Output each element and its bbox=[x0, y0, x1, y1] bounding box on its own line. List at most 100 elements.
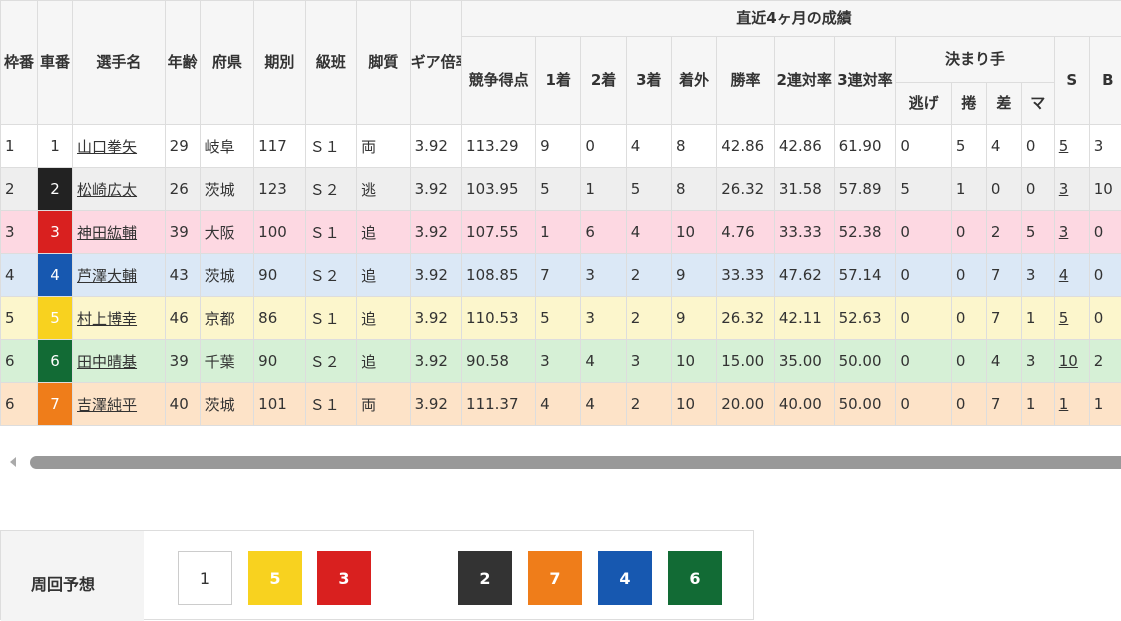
cell-first: 3 bbox=[536, 340, 581, 383]
scroll-left-arrow-icon[interactable] bbox=[10, 457, 16, 467]
cell-pref: 茨城 bbox=[200, 383, 254, 426]
s-count-link[interactable]: 5 bbox=[1059, 137, 1069, 155]
racer-name-link[interactable]: 山口拳矢 bbox=[73, 125, 166, 168]
racer-name[interactable]: 田中晴基 bbox=[77, 353, 137, 371]
s-count-link[interactable]: 1 bbox=[1059, 395, 1069, 413]
header-quinella-rate: 2連対率 bbox=[774, 37, 834, 125]
cell-s-link[interactable]: 5 bbox=[1054, 125, 1089, 168]
cell-b: 1 bbox=[1089, 383, 1121, 426]
racer-name[interactable]: 松崎広太 bbox=[77, 181, 137, 199]
cell-score: 103.95 bbox=[462, 168, 536, 211]
forecast-car-6: 6 bbox=[668, 551, 722, 605]
car-number-badge: 2 bbox=[38, 168, 73, 211]
header-b: B bbox=[1089, 37, 1121, 125]
cell-style: 両 bbox=[357, 125, 411, 168]
header-pref: 府県 bbox=[200, 1, 254, 125]
cell-gear: 3.92 bbox=[410, 254, 461, 297]
cell-ma: 1 bbox=[1021, 297, 1054, 340]
cell-b: 0 bbox=[1089, 254, 1121, 297]
cell-class: Ｓ２ bbox=[305, 340, 356, 383]
header-score: 競争得点 bbox=[462, 37, 536, 125]
cell-s-link[interactable]: 4 bbox=[1054, 254, 1089, 297]
cell-trio-rate: 57.14 bbox=[834, 254, 896, 297]
cell-s-link[interactable]: 3 bbox=[1054, 168, 1089, 211]
cell-nige: 0 bbox=[896, 254, 952, 297]
header-s: S bbox=[1054, 37, 1089, 125]
racer-name[interactable]: 村上博幸 bbox=[77, 310, 137, 328]
cell-out: 9 bbox=[671, 254, 716, 297]
cell-style: 追 bbox=[357, 297, 411, 340]
racer-name[interactable]: 山口拳矢 bbox=[77, 138, 137, 156]
scrollbar-thumb[interactable] bbox=[30, 456, 1121, 469]
cell-pref: 大阪 bbox=[200, 211, 254, 254]
header-first: 1着 bbox=[536, 37, 581, 125]
s-count-link[interactable]: 3 bbox=[1059, 223, 1069, 241]
cell-makuri: 0 bbox=[951, 383, 986, 426]
race-entry-table: 枠番 車番 選手名 年齢 府県 期別 級班 脚質 ギア倍率 直近4ヶ月の成績 競… bbox=[0, 0, 1121, 426]
cell-s-link[interactable]: 5 bbox=[1054, 297, 1089, 340]
cell-sashi: 4 bbox=[986, 340, 1021, 383]
s-count-link[interactable]: 3 bbox=[1059, 180, 1069, 198]
s-count-link[interactable]: 10 bbox=[1059, 352, 1078, 370]
cell-age: 40 bbox=[165, 383, 200, 426]
cell-quinella-rate: 40.00 bbox=[774, 383, 834, 426]
cell-quinella-rate: 42.11 bbox=[774, 297, 834, 340]
racer-name[interactable]: 吉澤純平 bbox=[77, 396, 137, 414]
cell-s-link[interactable]: 1 bbox=[1054, 383, 1089, 426]
cell-nige: 0 bbox=[896, 125, 952, 168]
cell-style: 追 bbox=[357, 254, 411, 297]
cell-term: 86 bbox=[254, 297, 305, 340]
race-table-container: 枠番 車番 選手名 年齢 府県 期別 級班 脚質 ギア倍率 直近4ヶ月の成績 競… bbox=[0, 0, 1121, 426]
cell-second: 3 bbox=[581, 297, 626, 340]
cell-gear: 3.92 bbox=[410, 168, 461, 211]
cell-nige: 0 bbox=[896, 297, 952, 340]
cell-ma: 5 bbox=[1021, 211, 1054, 254]
cell-makuri: 0 bbox=[951, 254, 986, 297]
cell-s-link[interactable]: 3 bbox=[1054, 211, 1089, 254]
horizontal-scrollbar[interactable] bbox=[0, 448, 1121, 478]
cell-b: 0 bbox=[1089, 211, 1121, 254]
forecast-car-7: 7 bbox=[528, 551, 582, 605]
header-trio-rate: 3連対率 bbox=[834, 37, 896, 125]
racer-name[interactable]: 芦澤大輔 bbox=[77, 267, 137, 285]
cell-gear: 3.92 bbox=[410, 340, 461, 383]
header-age: 年齢 bbox=[165, 1, 200, 125]
cell-trio-rate: 50.00 bbox=[834, 340, 896, 383]
cell-trio-rate: 52.38 bbox=[834, 211, 896, 254]
s-count-link[interactable]: 5 bbox=[1059, 309, 1069, 327]
cell-waku: 6 bbox=[1, 340, 38, 383]
racer-name-link[interactable]: 吉澤純平 bbox=[73, 383, 166, 426]
racer-row: 5 5 村上博幸 46 京都 86 Ｓ１ 追 3.92 110.53 5 3 2… bbox=[1, 297, 1121, 340]
cell-class: Ｓ１ bbox=[305, 211, 356, 254]
cell-class: Ｓ１ bbox=[305, 297, 356, 340]
racer-name-link[interactable]: 田中晴基 bbox=[73, 340, 166, 383]
cell-s-link[interactable]: 10 bbox=[1054, 340, 1089, 383]
racer-row: 6 7 吉澤純平 40 茨城 101 Ｓ１ 両 3.92 111.37 4 4 … bbox=[1, 383, 1121, 426]
s-count-link[interactable]: 4 bbox=[1059, 266, 1069, 284]
cell-pref: 岐阜 bbox=[200, 125, 254, 168]
cell-trio-rate: 57.89 bbox=[834, 168, 896, 211]
cell-ma: 3 bbox=[1021, 254, 1054, 297]
racer-name-link[interactable]: 村上博幸 bbox=[73, 297, 166, 340]
header-ma: マ bbox=[1021, 83, 1054, 125]
cell-score: 108.85 bbox=[462, 254, 536, 297]
cell-third: 3 bbox=[626, 340, 671, 383]
cell-score: 110.53 bbox=[462, 297, 536, 340]
cell-nige: 0 bbox=[896, 383, 952, 426]
cell-age: 39 bbox=[165, 211, 200, 254]
cell-gear: 3.92 bbox=[410, 211, 461, 254]
cell-waku: 6 bbox=[1, 383, 38, 426]
racer-name[interactable]: 神田紘輔 bbox=[77, 224, 137, 242]
header-makuri: 捲 bbox=[951, 83, 986, 125]
racer-name-link[interactable]: 神田紘輔 bbox=[73, 211, 166, 254]
header-sashi: 差 bbox=[986, 83, 1021, 125]
lap-forecast-panel: 周回予想 1 5 3 2 7 4 6 bbox=[0, 530, 754, 620]
cell-age: 43 bbox=[165, 254, 200, 297]
cell-first: 5 bbox=[536, 297, 581, 340]
cell-nige: 5 bbox=[896, 168, 952, 211]
cell-second: 4 bbox=[581, 383, 626, 426]
racer-name-link[interactable]: 芦澤大輔 bbox=[73, 254, 166, 297]
racer-name-link[interactable]: 松崎広太 bbox=[73, 168, 166, 211]
header-waku: 枠番 bbox=[1, 1, 38, 125]
cell-b: 3 bbox=[1089, 125, 1121, 168]
